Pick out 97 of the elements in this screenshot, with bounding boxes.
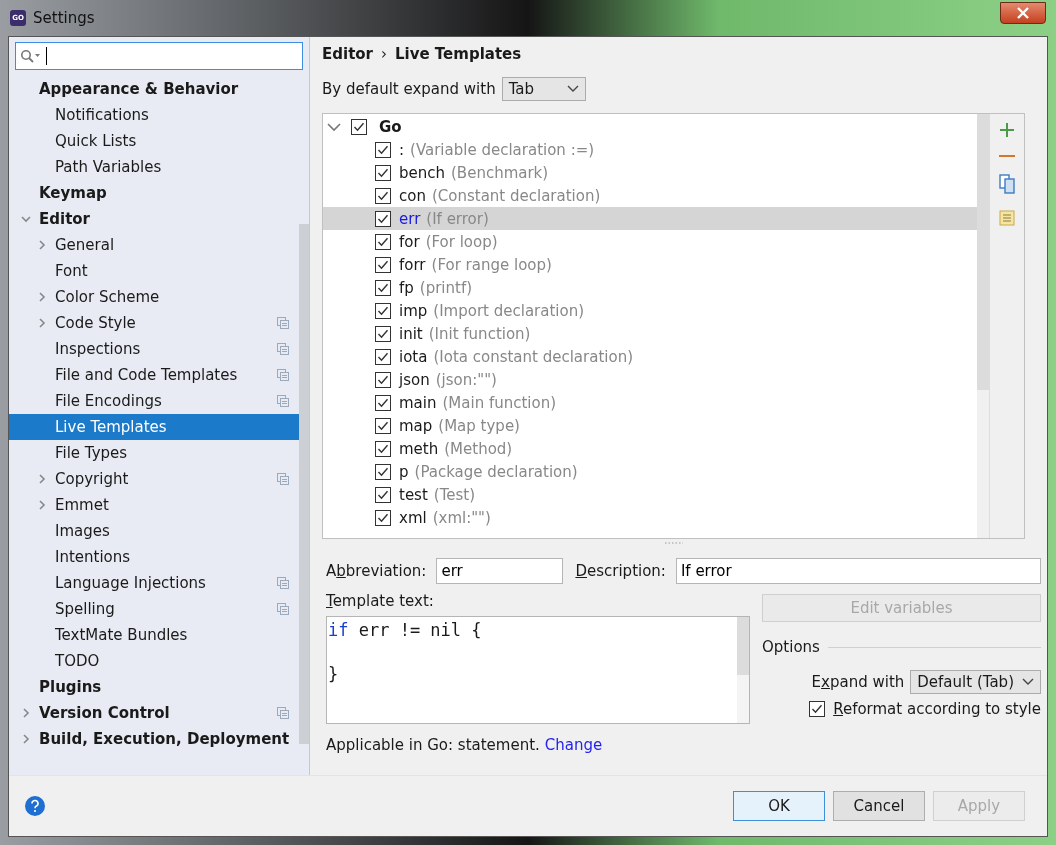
template-row[interactable]: fp (printf) [323, 276, 977, 299]
sidebar-item[interactable]: File Types [9, 440, 300, 466]
sidebar-item[interactable]: Images [9, 518, 300, 544]
expand-with-dropdown[interactable]: Default (Tab) [910, 670, 1041, 694]
scrollbar-thumb[interactable] [299, 224, 309, 744]
checkbox[interactable] [351, 118, 367, 135]
caret-icon [566, 85, 579, 93]
sidebar-item[interactable]: Color Scheme [9, 284, 300, 310]
template-row[interactable]: iota (Iota constant declaration) [323, 345, 977, 368]
breadcrumb-item: Editor [322, 45, 373, 63]
sidebar-item[interactable]: Code Style [9, 310, 300, 336]
description-label: Description: [575, 562, 666, 580]
checkbox[interactable] [375, 486, 391, 503]
template-editor[interactable]: if err != nil { } [326, 616, 750, 724]
template-row[interactable]: map (Map type) [323, 414, 977, 437]
template-row[interactable]: init (Init function) [323, 322, 977, 345]
template-row[interactable]: xml (xml:"") [323, 506, 977, 529]
template-row[interactable]: bench (Benchmark) [323, 161, 977, 184]
sidebar-item[interactable]: File Encodings [9, 388, 300, 414]
sidebar-item[interactable]: Intentions [9, 544, 300, 570]
add-icon[interactable] [999, 122, 1015, 138]
options-heading: Options [762, 638, 820, 656]
change-link[interactable]: Change [544, 736, 603, 754]
checkbox[interactable] [375, 325, 391, 342]
help-icon[interactable] [25, 796, 45, 816]
sidebar-item[interactable]: Font [9, 258, 300, 284]
checkbox[interactable] [375, 256, 391, 273]
sidebar-item[interactable]: Build, Execution, Deployment [9, 726, 300, 752]
breadcrumb-item: Live Templates [395, 45, 522, 63]
copy-icon[interactable] [999, 174, 1015, 194]
sidebar-item[interactable]: Appearance & Behavior [9, 76, 300, 102]
window-title: Settings [33, 9, 95, 27]
template-row[interactable]: p (Package declaration) [323, 460, 977, 483]
breadcrumb-item: › [381, 45, 387, 63]
sidebar-item[interactable]: Editor [9, 206, 300, 232]
sidebar-item[interactable]: General [9, 232, 300, 258]
reformat-label: Reformat according to style [833, 700, 1041, 718]
template-row[interactable]: imp (Import declaration) [323, 299, 977, 322]
checkbox[interactable] [375, 187, 391, 204]
template-row[interactable]: for (For loop) [323, 230, 977, 253]
checkbox[interactable] [375, 394, 391, 411]
search-icon [20, 49, 42, 63]
expand-label: By default expand with [322, 80, 496, 98]
checkbox[interactable] [375, 440, 391, 457]
sidebar-item[interactable]: Spelling [9, 596, 300, 622]
sidebar-item[interactable]: Notifications [9, 102, 300, 128]
template-row[interactable]: json (json:"") [323, 368, 977, 391]
sidebar-item[interactable]: Emmet [9, 492, 300, 518]
checkbox[interactable] [375, 302, 391, 319]
checkbox[interactable] [375, 509, 391, 526]
template-row[interactable]: meth (Method) [323, 437, 977, 460]
dialog-button[interactable]: OK [733, 791, 825, 821]
abbreviation-label: Abbreviation: [326, 562, 427, 580]
sidebar-item[interactable]: File and Code Templates [9, 362, 300, 388]
sidebar-item[interactable]: Copyright [9, 466, 300, 492]
template-text-label: Template text: [326, 592, 435, 610]
caret-icon [1022, 678, 1034, 686]
checkbox[interactable] [375, 417, 391, 434]
applicable-text: Applicable in Go: statement. [326, 736, 540, 754]
remove-icon[interactable] [999, 154, 1015, 158]
checkbox[interactable] [375, 371, 391, 388]
template-row[interactable]: con (Constant declaration) [323, 184, 977, 207]
sidebar-item[interactable]: Inspections [9, 336, 300, 362]
template-row[interactable]: main (Main function) [323, 391, 977, 414]
dialog-button[interactable]: Cancel [833, 791, 925, 821]
close-icon [1016, 7, 1030, 19]
group-name: Go [379, 117, 402, 136]
sidebar-item[interactable]: Keymap [9, 180, 300, 206]
sidebar-item[interactable]: Path Variables [9, 154, 300, 180]
close-button[interactable] [1000, 2, 1046, 24]
expand-with-label: Expand with [811, 673, 905, 691]
sidebar-item[interactable]: Live Templates [9, 414, 300, 440]
sidebar-item[interactable]: Plugins [9, 674, 300, 700]
sidebar-item[interactable]: Language Injections [9, 570, 300, 596]
checkbox[interactable] [375, 279, 391, 296]
sidebar-item[interactable]: TODO [9, 648, 300, 674]
scrollbar-thumb[interactable] [977, 114, 989, 390]
checkbox[interactable] [375, 210, 391, 227]
scrollbar-thumb[interactable] [737, 617, 749, 675]
sidebar-item[interactable]: Version Control [9, 700, 300, 726]
checkbox[interactable] [809, 701, 826, 717]
checkbox[interactable] [375, 233, 391, 250]
sidebar-item[interactable]: Quick Lists [9, 128, 300, 154]
checkbox[interactable] [375, 141, 391, 158]
abbreviation-field[interactable]: err [436, 558, 564, 584]
sidebar-item[interactable]: TextMate Bundles [9, 622, 300, 648]
checkbox[interactable] [375, 348, 391, 365]
checkbox[interactable] [375, 164, 391, 181]
template-row[interactable]: err (If error) [323, 207, 977, 230]
template-row[interactable]: test (Test) [323, 483, 977, 506]
expand-dropdown[interactable]: Tab [501, 77, 586, 101]
checkbox[interactable] [375, 463, 391, 480]
chevron-icon[interactable] [327, 121, 341, 132]
template-row[interactable]: forr (For range loop) [323, 253, 977, 276]
description-field[interactable]: If error [675, 558, 1041, 584]
template-row[interactable]: : (Variable declaration :=) [323, 138, 977, 161]
search-field[interactable] [15, 42, 303, 70]
